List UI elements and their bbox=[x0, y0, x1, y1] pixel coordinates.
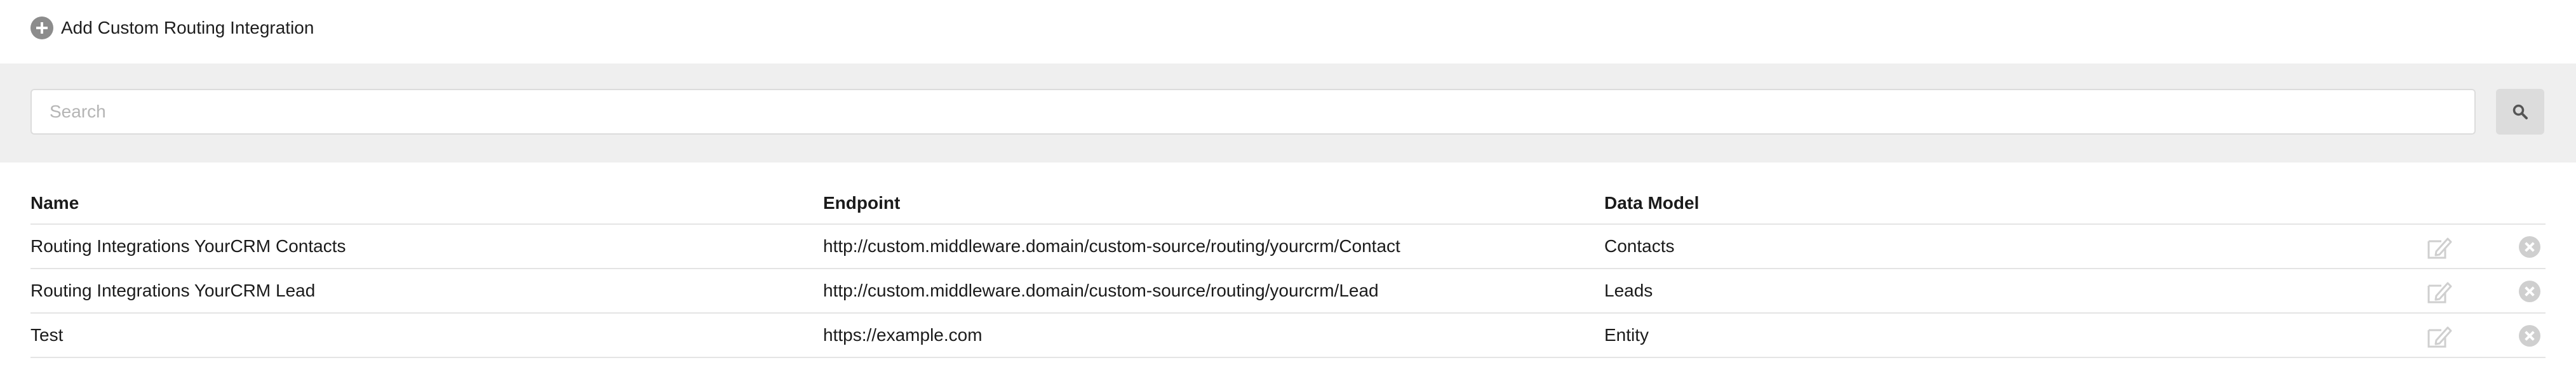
edit-icon bbox=[2427, 237, 2452, 259]
edit-button[interactable] bbox=[2425, 323, 2453, 350]
row-endpoint: https://example.com bbox=[823, 325, 983, 345]
edit-button[interactable] bbox=[2425, 234, 2453, 262]
delete-icon[interactable] bbox=[2519, 281, 2540, 302]
table-row: Test https://example.com Entity bbox=[30, 314, 2546, 358]
edit-icon bbox=[2427, 326, 2452, 348]
table-row: Routing Integrations YourCRM Contacts ht… bbox=[30, 225, 2546, 269]
row-name: Routing Integrations YourCRM Contacts bbox=[30, 236, 346, 256]
table-header: Name Endpoint Data Model bbox=[30, 163, 2546, 225]
toolbar: Add Custom Routing Integration bbox=[0, 0, 2576, 63]
add-integration-label: Add Custom Routing Integration bbox=[61, 18, 314, 37]
table-row: Routing Integrations YourCRM Lead http:/… bbox=[30, 269, 2546, 314]
column-header-name: Name bbox=[30, 193, 79, 213]
plus-circle-icon bbox=[30, 17, 53, 39]
edit-button[interactable] bbox=[2425, 278, 2453, 306]
add-custom-routing-integration-button[interactable]: Add Custom Routing Integration bbox=[30, 17, 314, 39]
delete-icon[interactable] bbox=[2519, 325, 2540, 347]
row-data-model: Entity bbox=[1604, 325, 1649, 345]
edit-icon bbox=[2427, 282, 2452, 303]
row-data-model: Leads bbox=[1604, 281, 1653, 300]
search-icon bbox=[2512, 104, 2528, 119]
search-button[interactable] bbox=[2496, 89, 2544, 135]
delete-icon[interactable] bbox=[2519, 236, 2540, 258]
row-name: Routing Integrations YourCRM Lead bbox=[30, 281, 316, 300]
column-header-endpoint: Endpoint bbox=[823, 193, 901, 213]
search-bar bbox=[0, 63, 2576, 163]
search-input[interactable] bbox=[30, 89, 2476, 135]
row-data-model: Contacts bbox=[1604, 236, 1675, 256]
row-endpoint: http://custom.middleware.domain/custom-s… bbox=[823, 236, 1400, 256]
row-name: Test bbox=[30, 325, 64, 345]
column-header-data-model: Data Model bbox=[1604, 193, 1700, 213]
row-endpoint: http://custom.middleware.domain/custom-s… bbox=[823, 281, 1379, 300]
integrations-table: Name Endpoint Data Model Routing Integra… bbox=[30, 163, 2546, 358]
